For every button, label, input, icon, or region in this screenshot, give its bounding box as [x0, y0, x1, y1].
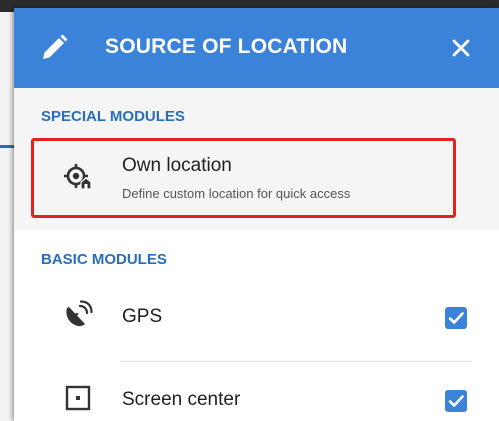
gps-satellite-icon	[63, 300, 93, 330]
item-title-screen-center: Screen center	[122, 389, 241, 410]
section-header-basic: BASIC MODULES	[41, 251, 167, 268]
app-screen: SOURCE OF LOCATION SPECIAL MODULES Own l…	[0, 0, 499, 421]
dialog-body: SPECIAL MODULES Own location Define cust…	[14, 88, 499, 421]
item-subtitle-own-location: Define custom location for quick access	[122, 186, 351, 201]
list-item-screen-center[interactable]: Screen center	[14, 366, 499, 421]
item-title-own-location: Own location	[122, 155, 232, 176]
list-item-gps[interactable]: GPS	[14, 283, 499, 353]
item-title-gps: GPS	[122, 306, 163, 327]
pencil-icon	[38, 32, 70, 64]
own-location-icon	[63, 163, 93, 193]
list-divider	[120, 361, 472, 362]
source-of-location-dialog: SOURCE OF LOCATION SPECIAL MODULES Own l…	[14, 8, 499, 421]
screen-center-icon	[63, 383, 93, 413]
list-item-own-location[interactable]: Own location Define custom location for …	[14, 138, 499, 218]
app-background-strip	[0, 12, 14, 421]
section-header-special: SPECIAL MODULES	[41, 108, 185, 125]
dialog-header: SOURCE OF LOCATION	[14, 8, 499, 88]
dialog-title: SOURCE OF LOCATION	[105, 35, 348, 58]
close-icon[interactable]	[445, 32, 477, 64]
screen-center-checkbox[interactable]	[445, 390, 467, 412]
gps-checkbox[interactable]	[445, 307, 467, 329]
app-toolbar-edge	[0, 145, 14, 148]
